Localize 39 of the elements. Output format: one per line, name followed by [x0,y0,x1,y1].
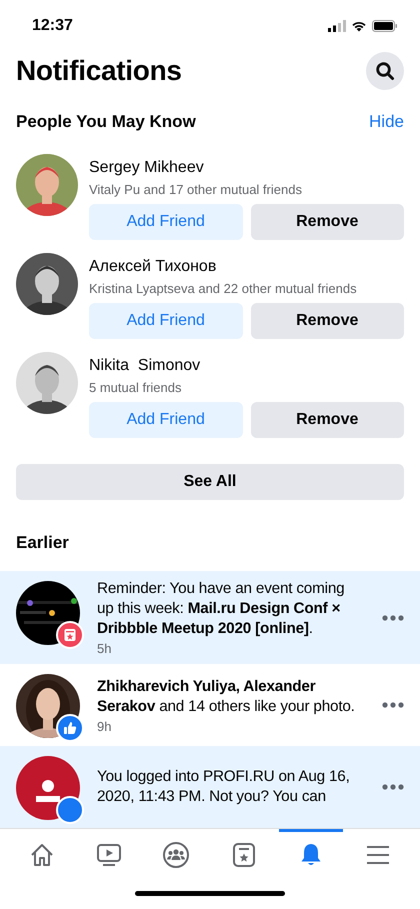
add-friend-button[interactable]: Add Friend [89,302,242,339]
thumbs-up-icon [56,714,84,742]
mutual-friends: Kristina Lyaptseva and 22 other mutual friends [89,280,358,297]
signal-icon [328,20,346,32]
remove-button[interactable]: Remove [250,402,404,438]
mutual-friends: Vitaly Pu and 17 other mutual friends [89,182,303,198]
search-button[interactable] [366,52,404,90]
notification-row[interactable]: You logged into PROFI.RU on Aug 16, 2020, 11:43 PM. Not you? You can [0,746,420,828]
battery-icon [372,20,398,32]
more-button[interactable] [382,701,406,709]
add-friend-button[interactable]: Add Friend [89,402,242,438]
hide-link[interactable]: Hide [369,112,404,132]
person-name: Nikita Simonov [89,356,202,376]
person-name: Sergey Mikheev [89,158,205,178]
groups-icon [162,840,190,868]
notification-time: 5h [97,641,112,656]
more-icon [382,614,404,620]
more-button[interactable] [382,783,406,791]
page-title: Notifications [16,55,182,87]
notification-text: You logged into PROFI.RU on Aug 16, 2020, 11:43 PM. Not you? You can [97,767,351,807]
more-button[interactable] [382,614,406,622]
more-icon [382,702,404,708]
notification-text: Zhikharevich Yuliya, Alexander Serakov and 14 others like your photo. [97,676,356,716]
status-time: 12:37 [32,16,73,35]
wifi-icon [351,20,367,32]
see-all-button[interactable]: See All [16,464,404,500]
notification-text: Reminder: You have an event coming up this week: Mail.ru Design Conf × Dribbble Meetup 2020 [online]. [97,579,346,639]
notification-time: 9h [97,718,112,734]
more-icon [382,784,404,790]
remove-button[interactable]: Remove [250,302,404,339]
badge-icon [56,796,84,824]
search-icon [375,61,395,81]
notification-row[interactable]: Reminder: You have an event coming up this week: Mail.ru Design Conf × Dribbble Meetup 2020 [online]. 5h [0,571,420,664]
remove-button[interactable]: Remove [250,204,404,240]
person-name: Алексей Тихонов [89,256,218,277]
section-title: People You May Know [16,112,196,132]
mutual-friends: 5 mutual friends [89,380,182,396]
add-friend-button[interactable]: Add Friend [89,204,242,240]
section-title: Earlier [16,533,69,554]
